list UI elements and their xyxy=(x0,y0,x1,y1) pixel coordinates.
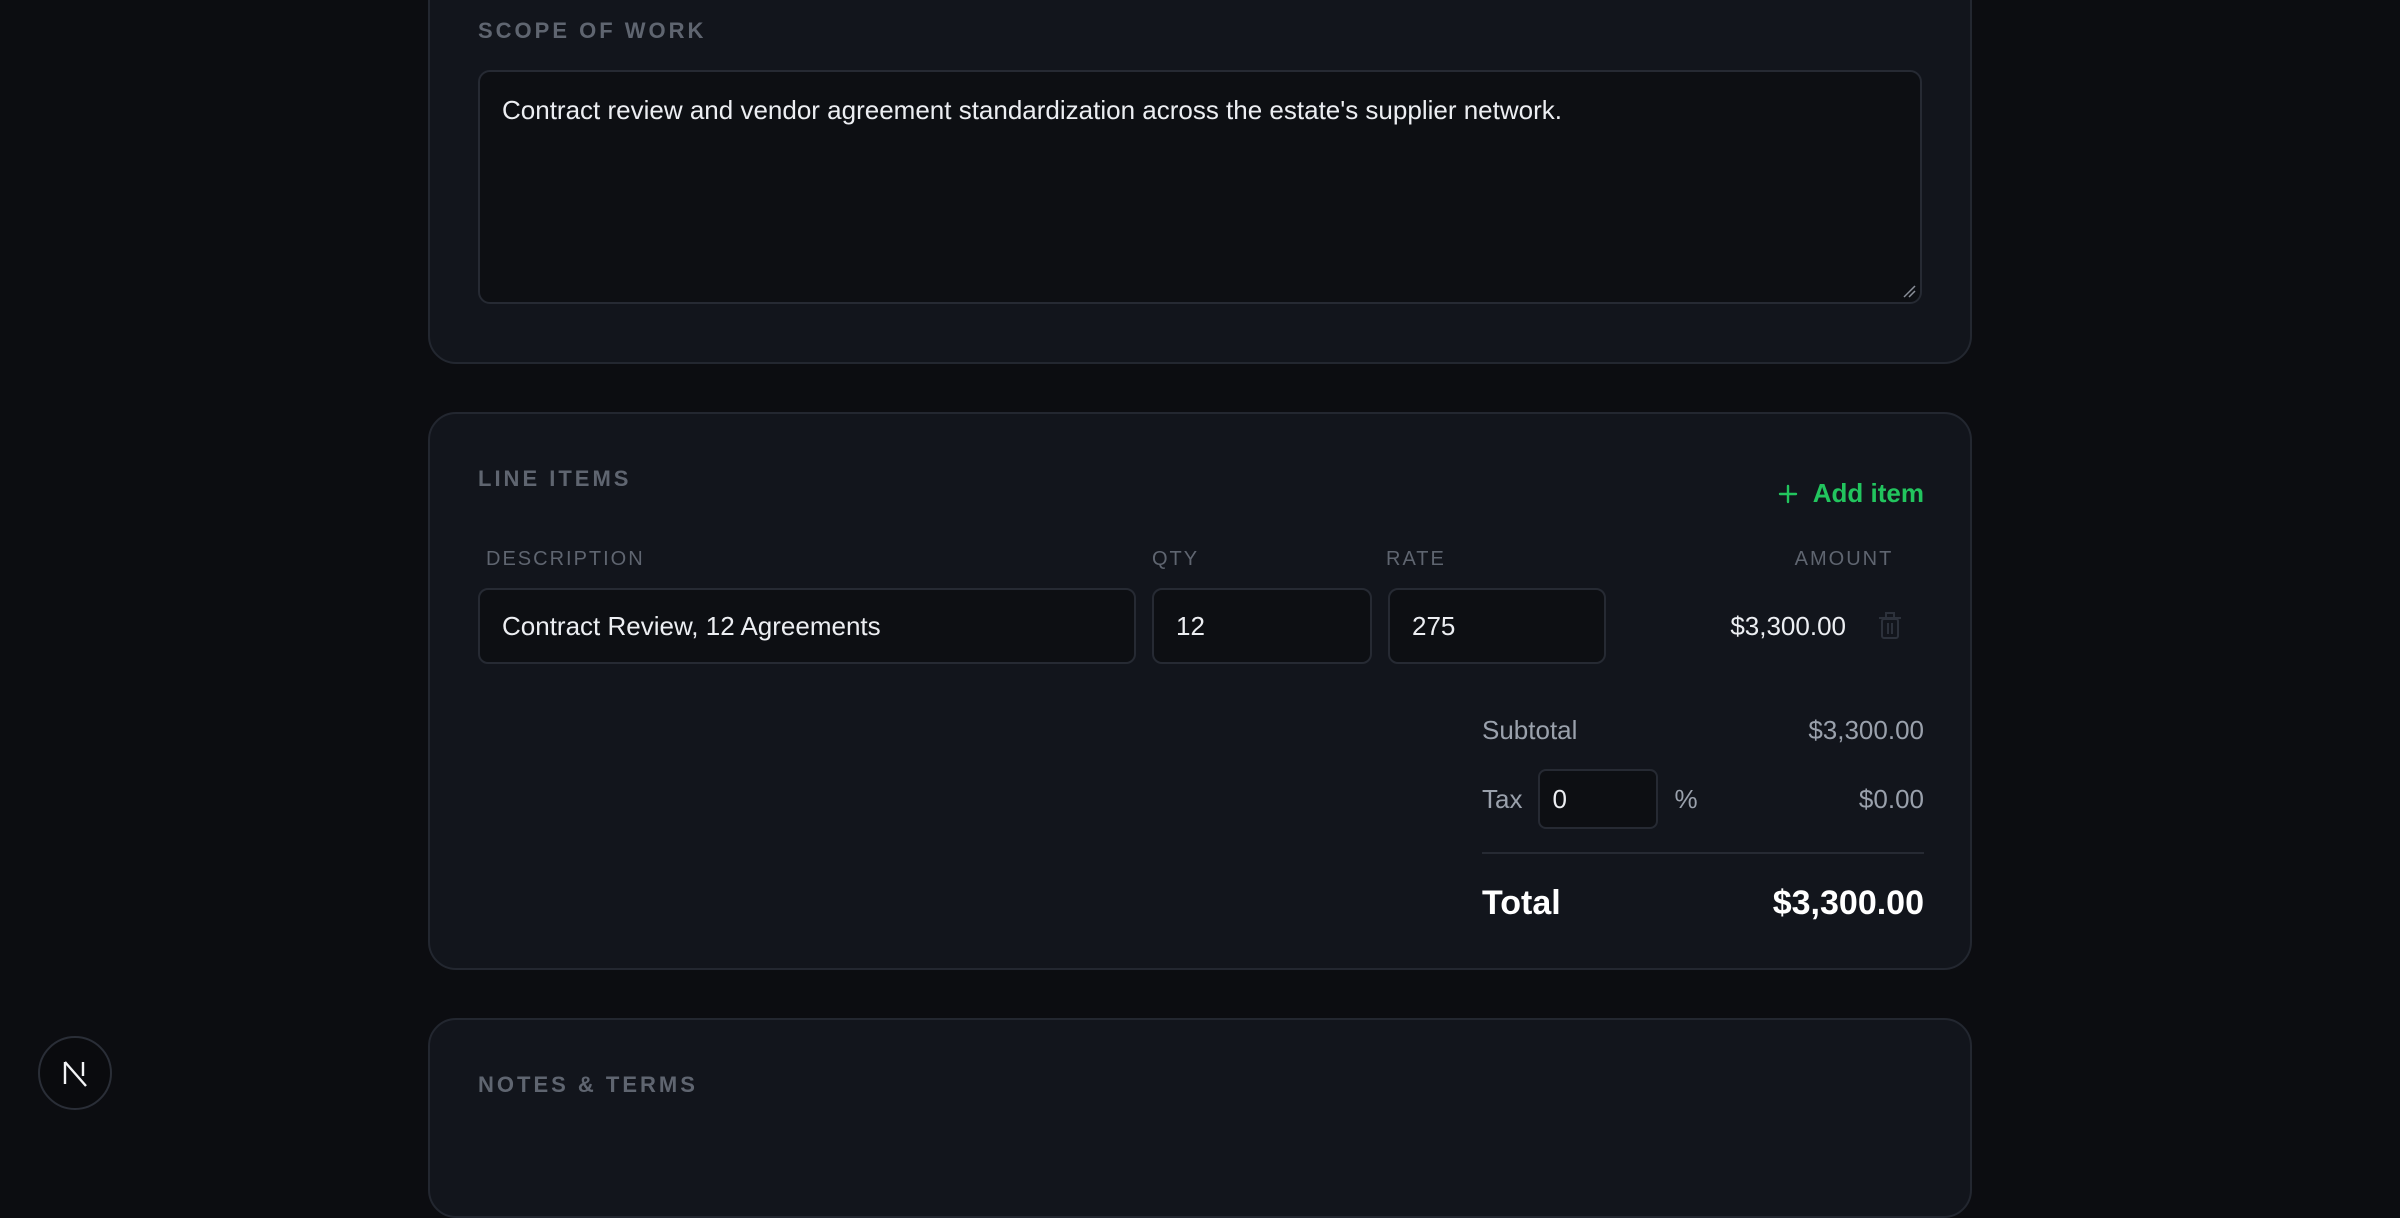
add-item-button[interactable]: Add item xyxy=(1777,478,1924,509)
line-item-amount: $3,300.00 xyxy=(1730,610,1846,641)
line-item-description-input[interactable]: Contract Review, 12 Agreements xyxy=(478,588,1136,664)
total-label: Total xyxy=(1482,883,1561,922)
column-header-rate: RATE xyxy=(1386,548,1446,570)
scope-of-work-textarea[interactable]: Contract review and vendor agreement sta… xyxy=(478,70,1922,304)
column-header-qty: QTY xyxy=(1152,548,1200,570)
scope-of-work-heading: SCOPE OF WORK xyxy=(478,18,707,43)
trash-icon[interactable] xyxy=(1878,612,1902,640)
tax-rate-input[interactable]: 0 xyxy=(1538,769,1659,829)
total-value: $3,300.00 xyxy=(1772,883,1924,922)
next-logo-button[interactable] xyxy=(38,1036,112,1110)
next-logo-icon xyxy=(63,1061,87,1087)
resize-handle-icon[interactable] xyxy=(1902,284,1916,298)
line-item-qty-input[interactable]: 12 xyxy=(1152,588,1372,664)
totals-divider xyxy=(1482,852,1924,854)
line-items-card: LINE ITEMS Add item DESCRIPTION QTY RATE… xyxy=(428,412,1972,970)
tax-unit: % xyxy=(1674,783,1698,814)
notes-terms-heading: NOTES & TERMS xyxy=(478,1072,698,1097)
total-row: Total $3,300.00 xyxy=(1482,870,1924,936)
scope-of-work-text: Contract review and vendor agreement sta… xyxy=(502,95,1562,125)
column-header-amount: AMOUNT xyxy=(1794,548,1894,570)
subtotal-value: $3,300.00 xyxy=(1808,714,1924,745)
tax-value: $0.00 xyxy=(1858,783,1924,814)
subtotal-row: Subtotal $3,300.00 xyxy=(1482,708,1924,752)
notes-terms-card: NOTES & TERMS xyxy=(428,1018,1972,1218)
tax-label: Tax xyxy=(1482,783,1523,814)
subtotal-label: Subtotal xyxy=(1482,714,1578,745)
add-item-label: Add item xyxy=(1812,478,1924,508)
column-header-description: DESCRIPTION xyxy=(486,548,645,570)
tax-row: Tax 0 % $0.00 xyxy=(1482,768,1924,830)
plus-icon xyxy=(1778,484,1797,503)
line-item-rate-input[interactable]: 275 xyxy=(1388,588,1606,664)
scope-of-work-card: SCOPE OF WORK Contract review and vendor… xyxy=(428,0,1972,364)
line-items-heading: LINE ITEMS xyxy=(478,466,632,491)
